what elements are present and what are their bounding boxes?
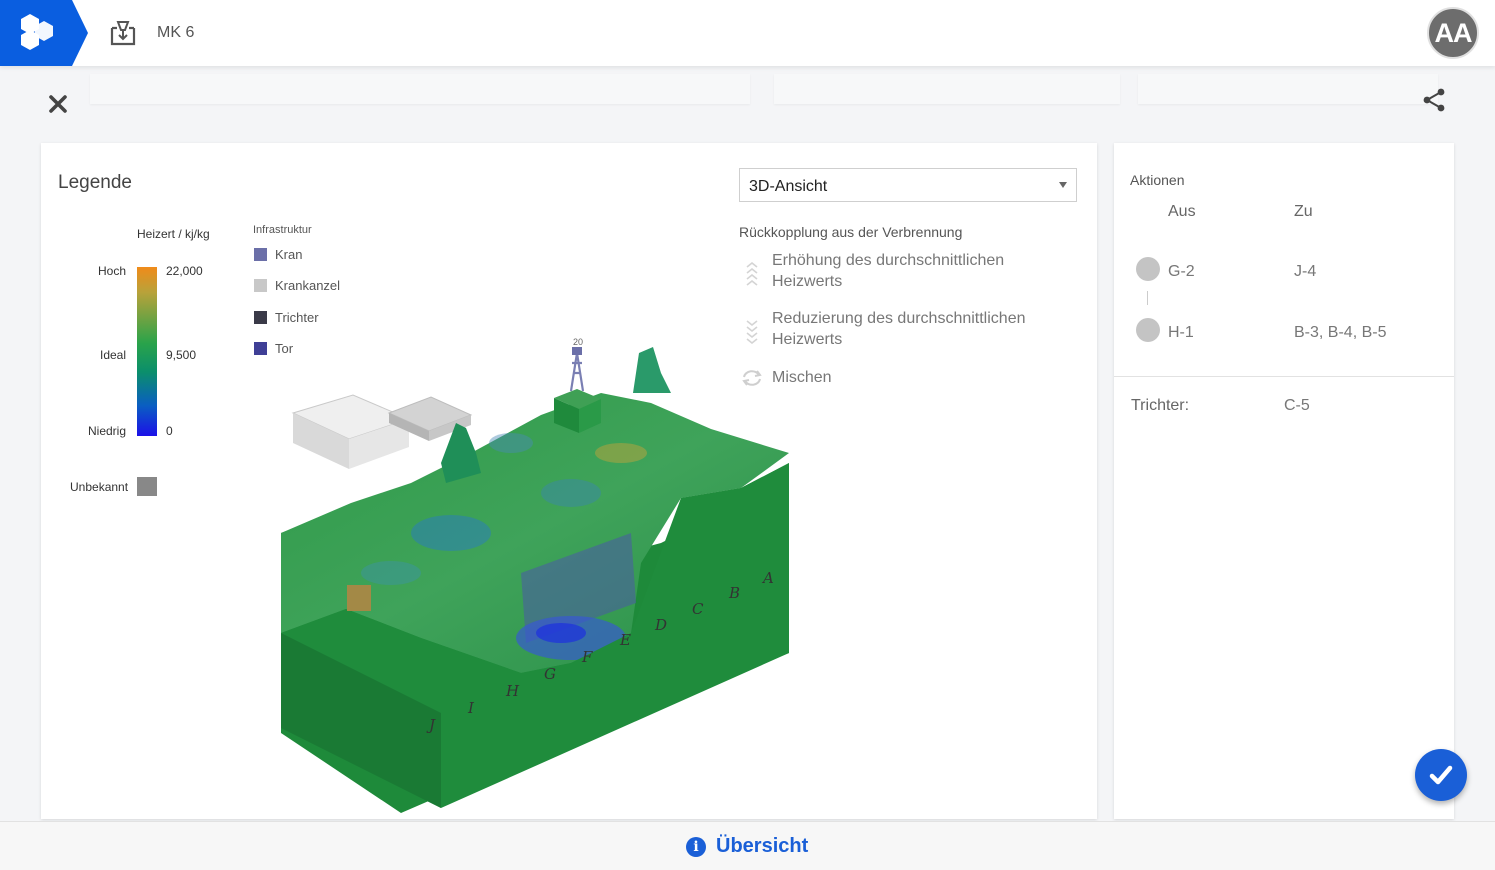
legend-card: Legende Heizert / kj/kg Hoch 22,000 Idea… <box>41 143 1097 819</box>
feedback-line: Reduzierung des durchschnittlichen <box>772 310 1026 327</box>
heat-gradient-bar <box>137 267 157 436</box>
feedback-line: Heizwerts <box>772 273 843 290</box>
hopper-label: Trichter: <box>1131 397 1190 414</box>
level-label-low: Niedrig <box>88 424 127 438</box>
overview-button[interactable]: i Übersicht <box>686 835 808 858</box>
checkmark-icon <box>1429 765 1453 785</box>
overview-label: Übersicht <box>716 835 809 857</box>
crane-label: 20 <box>573 337 583 347</box>
infra-item-kran: Kran <box>254 247 302 262</box>
feedback-item-decrease[interactable]: Reduzierung des durchschnittlichen Heizw… <box>772 308 1092 350</box>
background-panel <box>774 74 1120 104</box>
plant-icon[interactable] <box>108 18 138 48</box>
axis-letter-c: C <box>692 600 704 618</box>
bunker-3d-view[interactable]: 20 J I H G F E D C B A <box>241 333 851 813</box>
unknown-swatch <box>137 477 157 496</box>
axis-letter-a: A <box>761 569 774 587</box>
level-label-ideal: Ideal <box>100 348 127 362</box>
info-icon: i <box>686 836 706 857</box>
legend-title: Legende <box>58 172 132 193</box>
background-panel <box>90 74 750 104</box>
action-dot[interactable] <box>1136 257 1160 281</box>
infra-item-trichter: Trichter <box>254 310 319 325</box>
level-value-ideal: 9,500 <box>166 348 197 362</box>
swatch <box>254 248 267 261</box>
infra-label: Krankanzel <box>275 278 341 293</box>
top-bar: MK 6 AA <box>0 0 1495 66</box>
axis-letter-f: F <box>581 648 593 666</box>
user-avatar[interactable]: AA <box>1427 7 1479 59</box>
chevrons-down-icon[interactable] <box>744 318 760 344</box>
background-panel <box>1138 74 1438 104</box>
axis-letter-g: G <box>544 665 556 683</box>
view-select[interactable]: 3D-Ansicht <box>739 168 1077 202</box>
divider <box>1114 376 1454 377</box>
action-dot[interactable] <box>1136 318 1160 342</box>
feedback-line: Mischen <box>772 369 832 386</box>
axis-letter-d: D <box>654 616 667 634</box>
chevron-down-icon <box>1059 182 1067 188</box>
action-to: J-4 <box>1294 263 1317 280</box>
level-label-high: Hoch <box>98 264 127 278</box>
axis-letter-i: I <box>467 699 475 717</box>
scale-title: Heizert / kj/kg <box>137 227 210 241</box>
share-icon[interactable] <box>1421 87 1447 113</box>
unknown-label: Unbekannt <box>70 480 129 494</box>
swatch <box>254 279 267 292</box>
col-header-to: Zu <box>1294 203 1313 220</box>
swatch <box>254 311 267 324</box>
refresh-icon[interactable] <box>740 368 764 388</box>
actions-card: Aktionen Aus Zu G-2 J-4 H-1 B-3, B-4, B-… <box>1114 143 1454 819</box>
feedback-item-mix[interactable]: Mischen <box>772 367 1092 388</box>
axis-letter-h: H <box>505 682 520 700</box>
infra-label: Kran <box>275 247 303 262</box>
feedback-line: Erhöhung des durchschnittlichen <box>772 252 1005 269</box>
level-value-low: 0 <box>166 424 173 438</box>
infra-label: Trichter <box>275 310 319 325</box>
hopper-value: C-5 <box>1284 397 1310 414</box>
view-select-value: 3D-Ansicht <box>749 178 828 195</box>
feedback-line: Heizwerts <box>772 331 843 348</box>
feedback-item-increase[interactable]: Erhöhung des durchschnittlichen Heizwert… <box>772 250 1092 292</box>
close-icon[interactable] <box>47 93 69 115</box>
feedback-title: Rückkopplung aus der Verbrennung <box>739 224 963 240</box>
action-from: H-1 <box>1168 324 1194 341</box>
connector-line <box>1147 291 1148 305</box>
actions-title: Aktionen <box>1130 172 1185 188</box>
axis-letter-e: E <box>619 631 631 649</box>
brand-logo[interactable] <box>0 0 90 66</box>
level-value-high: 22,000 <box>166 264 203 278</box>
action-to: B-3, B-4, B-5 <box>1294 324 1387 341</box>
axis-letter-b: B <box>728 584 740 602</box>
chevrons-up-icon[interactable] <box>744 260 760 286</box>
confirm-button[interactable] <box>1415 749 1467 801</box>
infrastructure-title: Infrastruktur <box>253 224 312 236</box>
infra-item-krankanzel: Krankanzel <box>254 278 340 293</box>
action-from: G-2 <box>1168 263 1195 280</box>
app-title: MK 6 <box>157 24 195 41</box>
bottom-bar: i Übersicht <box>0 821 1495 870</box>
col-header-from: Aus <box>1168 203 1196 220</box>
